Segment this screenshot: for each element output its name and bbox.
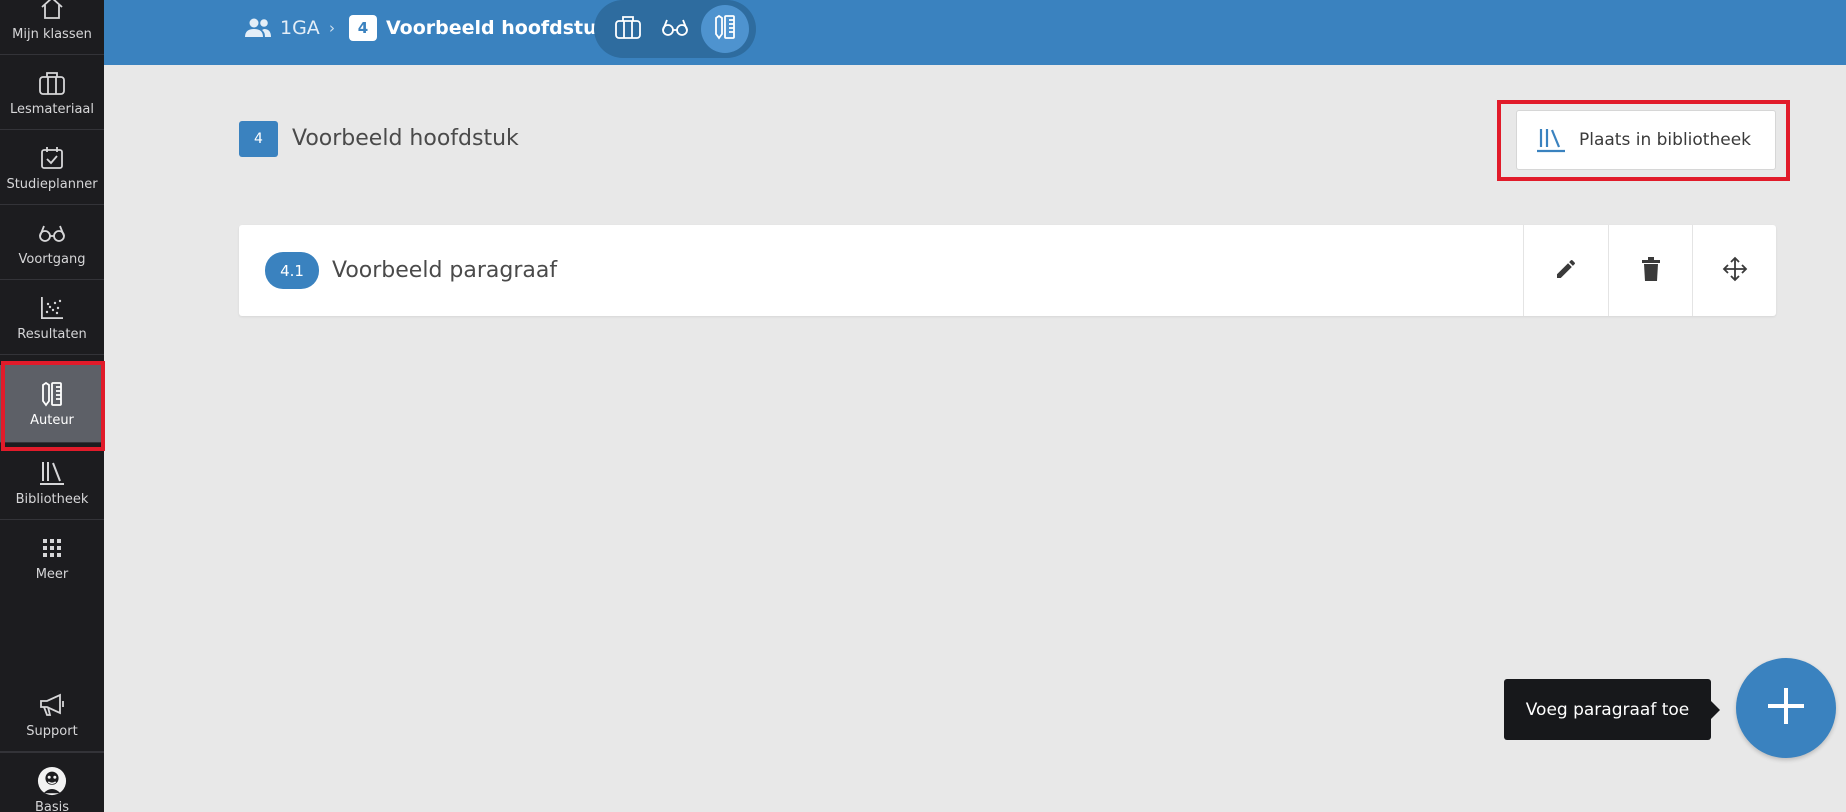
- mode-lesmateriaal-button[interactable]: [604, 5, 652, 53]
- sidebar-item-label: Studieplanner: [6, 176, 98, 192]
- calendar-check-icon: [37, 143, 67, 173]
- mode-auteur-button[interactable]: [701, 5, 749, 53]
- paragraph-title: Voorbeeld paragraaf: [332, 258, 558, 283]
- home-icon: [37, 0, 67, 23]
- chapter-number-badge: 4: [349, 15, 377, 41]
- sidebar-item-support[interactable]: Support: [0, 677, 104, 752]
- glasses-icon: [37, 218, 67, 248]
- class-name: 1GA: [280, 17, 320, 39]
- library-books-icon: [37, 458, 67, 488]
- move-paragraph-handle[interactable]: [1692, 225, 1777, 316]
- mode-switch: [594, 0, 756, 58]
- sidebar-item-resultaten[interactable]: Resultaten: [0, 280, 104, 355]
- sidebar-item-label: Basis: [34, 799, 70, 812]
- users-icon: [244, 18, 272, 38]
- sidebar-item-lesmateriaal[interactable]: Lesmateriaal: [0, 55, 104, 130]
- sidebar-item-label: Meer: [35, 567, 69, 582]
- briefcase-icon: [614, 14, 642, 44]
- breadcrumb-chapter-title: Voorbeeld hoofdstuk: [386, 17, 610, 39]
- scatter-chart-icon: [37, 293, 67, 323]
- sidebar-item-label: Support: [26, 723, 78, 739]
- sidebar-item-studieplanner[interactable]: Studieplanner: [0, 130, 104, 205]
- pencil-icon: [1554, 257, 1578, 285]
- sidebar-item-meer[interactable]: Meer: [0, 520, 104, 595]
- add-paragraph-button[interactable]: [1736, 658, 1836, 758]
- plus-icon: [1766, 686, 1806, 730]
- chapter-number-badge: 4: [239, 121, 278, 157]
- delete-paragraph-button[interactable]: [1608, 225, 1693, 316]
- chevron-right-icon: ›: [329, 19, 335, 37]
- sidebar-item-bibliotheek[interactable]: Bibliotheek: [0, 445, 104, 520]
- breadcrumb-chapter[interactable]: 4 Voorbeeld hoofdstuk: [349, 0, 609, 56]
- move-arrows-icon: [1722, 256, 1748, 286]
- sidebar-item-label: Auteur: [30, 413, 74, 428]
- page-title: Voorbeeld hoofdstuk: [292, 126, 519, 151]
- sidebar-item-basis[interactable]: Basis: [0, 752, 104, 812]
- grid-dots-icon: [37, 533, 67, 563]
- sidebar-item-label: Mijn klassen: [12, 26, 92, 42]
- glasses-icon: [660, 16, 690, 42]
- sidebar-item-mijn-klassen[interactable]: Mijn klassen: [0, 0, 104, 55]
- top-bar: 1GA › 4 Voorbeeld hoofdstuk: [104, 0, 1846, 65]
- paragraph-number-badge: 4.1: [265, 252, 319, 289]
- breadcrumb-class[interactable]: 1GA: [244, 0, 320, 56]
- sidebar-item-label: Bibliotheek: [15, 491, 89, 507]
- avatar-icon: [37, 766, 67, 796]
- sidebar: Mijn klassen Lesmateriaal Studieplanner …: [0, 0, 104, 812]
- briefcase-icon: [37, 68, 67, 98]
- sidebar-item-label: Resultaten: [17, 326, 87, 342]
- place-in-library-button[interactable]: Plaats in bibliotheek: [1516, 110, 1776, 170]
- add-paragraph-tooltip: Voeg paragraaf toe: [1504, 679, 1720, 740]
- sidebar-item-voortgang[interactable]: Voortgang: [0, 205, 104, 280]
- author-pen-icon: [713, 14, 737, 44]
- place-in-library-label: Plaats in bibliotheek: [1579, 130, 1751, 150]
- paragraph-row[interactable]: 4.1 Voorbeeld paragraaf: [239, 225, 1776, 316]
- sidebar-item-label: Voortgang: [18, 251, 86, 267]
- mode-voortgang-button[interactable]: [651, 5, 699, 53]
- library-books-icon: [1535, 127, 1567, 153]
- edit-paragraph-button[interactable]: [1523, 225, 1608, 316]
- megaphone-icon: [37, 690, 67, 720]
- trash-icon: [1640, 256, 1662, 286]
- author-pen-icon: [37, 379, 67, 409]
- sidebar-item-auteur[interactable]: Auteur: [0, 365, 104, 443]
- sidebar-item-label: Lesmateriaal: [9, 101, 94, 117]
